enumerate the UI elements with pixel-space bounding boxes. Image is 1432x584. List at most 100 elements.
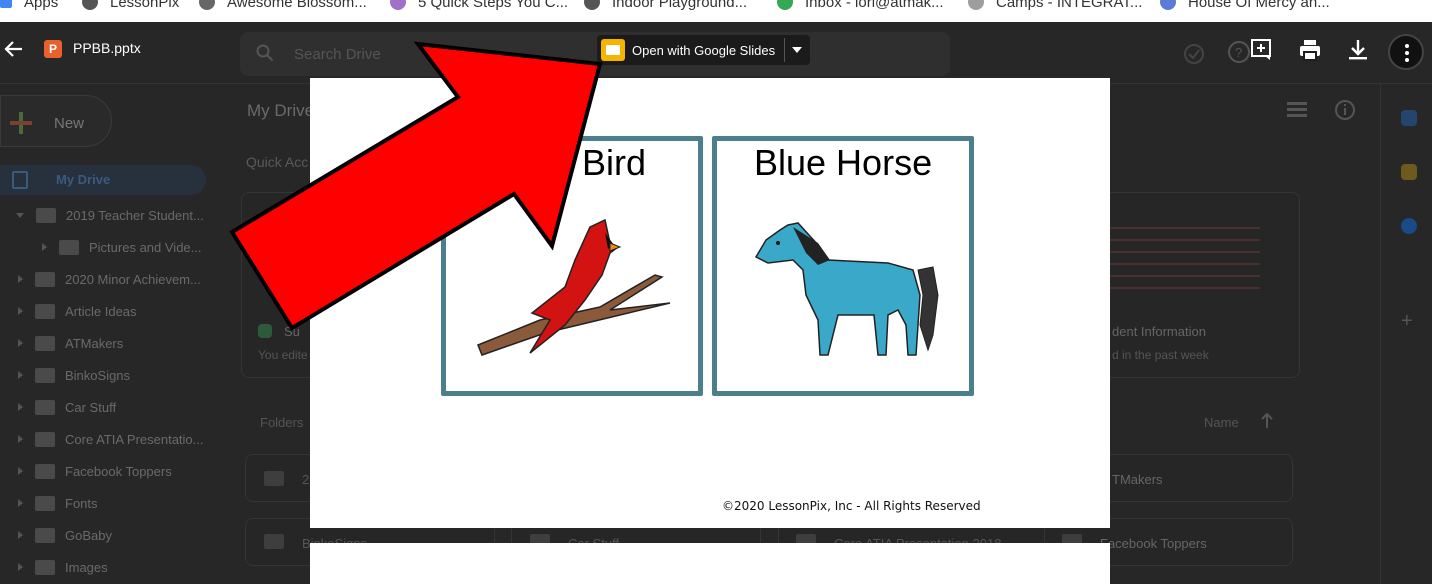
folder-icon	[264, 471, 284, 486]
site-icon	[1160, 0, 1176, 10]
card-title: dent Information	[1112, 324, 1206, 339]
site-icon	[968, 0, 984, 10]
expand-icon	[42, 243, 47, 251]
back-arrow-icon[interactable]	[4, 39, 24, 59]
google-slides-icon	[601, 39, 625, 61]
card-subtitle: You edite	[258, 348, 308, 362]
print-icon[interactable]	[1298, 38, 1322, 62]
tree-item[interactable]: Car Stuff	[18, 397, 116, 417]
tree-item[interactable]: Fonts	[18, 493, 98, 513]
side-panel: +	[1380, 84, 1432, 584]
spreadsheet-thumbnail	[1090, 217, 1290, 317]
plus-icon	[10, 112, 32, 134]
site-icon	[584, 0, 600, 10]
expand-icon	[18, 563, 23, 571]
bookmark-quick-steps[interactable]: 5 Quick Steps You C...	[390, 0, 568, 12]
folder-chip-label: TMakers	[1112, 472, 1163, 487]
site-icon	[390, 0, 406, 10]
keep-icon[interactable]	[1401, 164, 1417, 180]
expand-icon	[18, 307, 23, 315]
more-vert-icon[interactable]	[1388, 34, 1424, 70]
arrow-up-icon[interactable]	[1260, 413, 1274, 429]
tasks-icon[interactable]	[1401, 218, 1417, 234]
sidebar-item-label: My Drive	[56, 172, 111, 187]
tree-item[interactable]: ATMakers	[18, 333, 123, 353]
slide-page	[310, 78, 1110, 528]
tree-item[interactable]: 2020 Minor Achievem...	[18, 269, 201, 289]
button-divider	[784, 38, 785, 62]
expand-icon	[18, 371, 23, 379]
copyright-text: ©2020 LessonPix, Inc - All Rights Reserv…	[722, 499, 981, 513]
bookmarks-bar: Apps LessonPix Awesome Blossom... 5 Quic…	[0, 0, 1432, 22]
bookmark-awesome-blossom[interactable]: Awesome Blossom...	[199, 0, 367, 12]
expand-icon	[18, 275, 23, 283]
card-title-bird: Bird	[582, 142, 647, 183]
folders-label: Folders	[260, 415, 304, 430]
folder-icon	[36, 207, 56, 223]
card-title-blue-horse: Blue Horse	[754, 142, 933, 183]
cardinal-image	[477, 218, 671, 356]
folder-icon	[35, 271, 55, 287]
lessonpix-icon	[82, 0, 98, 10]
expand-icon	[16, 212, 24, 218]
expand-icon	[18, 403, 23, 411]
info-icon[interactable]	[1334, 99, 1356, 121]
shared-folder-icon	[35, 527, 55, 543]
add-addon-icon[interactable]: +	[1401, 310, 1413, 333]
bookmark-camps[interactable]: Camps - INTEGRAT...	[968, 0, 1142, 12]
folder-icon	[35, 399, 55, 415]
shared-folder-icon	[35, 463, 55, 479]
expand-icon	[18, 499, 23, 507]
next-slide-page	[310, 543, 1110, 584]
google-icon	[777, 0, 793, 10]
help-icon[interactable]: ?	[1227, 40, 1251, 64]
quick-access-title: Quick Acc	[246, 154, 309, 170]
bookmark-house-of-mercy[interactable]: House Of Mercy an...	[1160, 0, 1330, 12]
expand-icon	[18, 467, 23, 475]
site-icon	[199, 0, 215, 10]
page-title: My Drive	[247, 101, 315, 120]
blue-horse-image	[754, 222, 939, 356]
sort-label[interactable]: Name	[1204, 415, 1239, 430]
shared-folder-icon	[35, 559, 55, 575]
tree-item[interactable]: GoBaby	[18, 525, 112, 545]
bookmark-indoor-playground[interactable]: Indoor Playground...	[584, 0, 747, 12]
expand-icon	[18, 339, 23, 347]
folder-chip-label: Facebook Toppers	[1100, 536, 1207, 551]
tree-item[interactable]: Core ATIA Presentatio...	[18, 429, 204, 449]
tree-item[interactable]: Images	[18, 557, 108, 577]
apps-icon	[0, 0, 12, 8]
tree-item[interactable]: 2019 Teacher Student...	[16, 205, 204, 225]
file-name: PPBB.pptx	[73, 40, 141, 56]
chevron-down-icon[interactable]	[792, 47, 802, 53]
powerpoint-file-icon: P	[44, 40, 62, 58]
shared-folder-icon	[59, 239, 79, 255]
shared-folder-icon	[35, 431, 55, 447]
bookmark-apps[interactable]: Apps	[0, 0, 58, 12]
svg-text:?: ?	[1235, 45, 1242, 60]
calendar-icon[interactable]	[1401, 110, 1417, 126]
folder-icon	[35, 367, 55, 383]
bookmark-lessonpix[interactable]: LessonPix	[82, 0, 179, 12]
shared-folder-icon	[35, 303, 55, 319]
tree-item[interactable]: Pictures and Vide...	[42, 237, 202, 257]
open-with-label: Open with Google Slides	[632, 43, 776, 58]
tree-item[interactable]: Article Ideas	[18, 301, 137, 321]
expand-icon	[18, 531, 23, 539]
list-view-icon[interactable]	[1287, 102, 1307, 118]
bookmark-inbox[interactable]: Inbox - lori@atmak...	[777, 0, 944, 12]
drive-icon	[12, 171, 28, 189]
card-title: Su	[284, 324, 300, 339]
new-button-label: New	[54, 115, 85, 132]
folder-icon	[264, 534, 284, 549]
tree-item[interactable]: BinkoSigns	[18, 365, 130, 385]
add-comment-icon[interactable]	[1250, 38, 1274, 62]
shared-folder-icon	[35, 335, 55, 351]
card-subtitle: d in the past week	[1112, 348, 1209, 362]
sheets-icon	[258, 324, 272, 338]
folder-chip-label: 2	[302, 472, 310, 487]
download-icon[interactable]	[1346, 38, 1370, 62]
tree-item[interactable]: Facebook Toppers	[18, 461, 172, 481]
expand-icon	[18, 435, 23, 443]
shared-folder-icon	[35, 495, 55, 511]
